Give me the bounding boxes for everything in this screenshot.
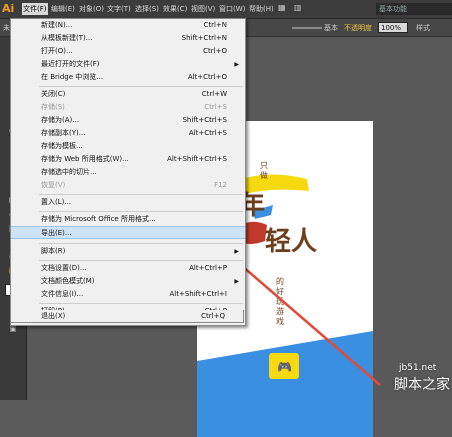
menu-select[interactable]: 选择(S) [134, 3, 160, 15]
menu-separator [39, 260, 243, 261]
menu-view[interactable]: 视图(V) [190, 3, 216, 15]
menu-type[interactable]: 文字(T) [106, 3, 132, 15]
menu-separator [39, 243, 243, 244]
opacity-field[interactable]: 100% [378, 22, 408, 33]
arrange-icon[interactable]: ▥ [294, 3, 302, 15]
menu-file[interactable]: 文件(F) [22, 3, 48, 15]
menu-separator [39, 194, 243, 195]
poster-text-vertical-bottom: 的好玩游戏 [276, 277, 284, 326]
menu-item-open-recent[interactable]: 最近打开的文件(F) ▶ [11, 58, 245, 71]
bridge-icon[interactable]: ▦ [278, 3, 286, 15]
opacity-label[interactable]: 不透明度 [344, 23, 372, 33]
menu-effect[interactable]: 效果(C) [162, 3, 188, 15]
file-menu-dropdown: 新建(N)... Ctrl+N 从模板新建(T)... Shift+Ctrl+N 打… [10, 18, 246, 326]
watermark-site: jb51.net [399, 363, 437, 373]
menu-item-new-from-template[interactable]: 从模板新建(T)... Shift+Ctrl+N [11, 32, 245, 45]
menu-item-close[interactable]: 关闭(C) Ctrl+W [11, 88, 245, 101]
stroke-preview[interactable] [292, 27, 322, 29]
menu-item-save[interactable]: 存储(S) Ctrl+S [11, 101, 245, 114]
menu-item-scripts[interactable]: 脚本(R) ▶ [11, 245, 245, 258]
menu-item-new[interactable]: 新建(N)... Ctrl+N [11, 19, 245, 32]
menu-separator [39, 86, 243, 87]
poster-text-vertical-top: 只做 [260, 161, 268, 180]
app-logo: Ai [2, 2, 15, 15]
menu-window[interactable]: 窗口(W) [218, 3, 246, 15]
submenu-arrow-icon: ▶ [234, 61, 239, 68]
blue-ground-shape [197, 331, 373, 437]
menu-object[interactable]: 对象(O) [78, 3, 105, 15]
menu-separator [39, 211, 243, 212]
menu-item-exit[interactable]: 退出(X) Ctrl+Q [10, 310, 244, 323]
menu-item-save-as-template[interactable]: 存储为模板... [11, 140, 245, 153]
menu-item-document-setup[interactable]: 文档设置(D)... Alt+Ctrl+P [11, 262, 245, 275]
stroke-style-label: 基本 [324, 24, 338, 32]
watermark-logo: 脚本之家 [394, 377, 450, 393]
submenu-arrow-icon: ▶ [234, 278, 239, 285]
menu-item-revert[interactable]: 恢复(V) F12 [11, 179, 245, 192]
menu-item-save-for-web[interactable]: 存储为 Web 所用格式(W)... Alt+Shift+Ctrl+S [11, 153, 245, 166]
style-label: 样式 [416, 24, 430, 32]
menu-item-document-color-mode[interactable]: 文档颜色模式(M) ▶ [11, 275, 245, 288]
menu-help[interactable]: 帮助(H) [248, 3, 275, 15]
menu-bar: Ai 文件(F) 编辑(E) 对象(O) 文字(T) 选择(S) 效果(C) 视… [0, 0, 452, 19]
menu-item-place[interactable]: 置入(L)... [11, 196, 245, 209]
workspace-switcher[interactable]: 基本功能 [376, 3, 452, 15]
menu-item-save-selected-slices[interactable]: 存储选中的切片... [11, 166, 245, 179]
poster-big-char-2: 轻人 [265, 227, 318, 257]
menu-edit[interactable]: 编辑(E) [50, 3, 76, 15]
menu-item-open[interactable]: 打开(O)... Ctrl+O [11, 45, 245, 58]
menu-item-save-as[interactable]: 存储为(A)... Shift+Ctrl+S [11, 114, 245, 127]
menu-item-browse-bridge[interactable]: 在 Bridge 中浏览... Alt+Ctrl+O [11, 71, 245, 84]
gamepad-icon: 🎮 [277, 360, 292, 374]
menu-item-save-copy[interactable]: 存储副本(Y)... Alt+Ctrl+S [11, 127, 245, 140]
submenu-arrow-icon: ▶ [234, 248, 239, 255]
menu-item-save-for-office[interactable]: 存储为 Microsoft Office 所用格式... [11, 213, 245, 226]
menu-item-export[interactable]: 导出(E)... [11, 226, 245, 239]
